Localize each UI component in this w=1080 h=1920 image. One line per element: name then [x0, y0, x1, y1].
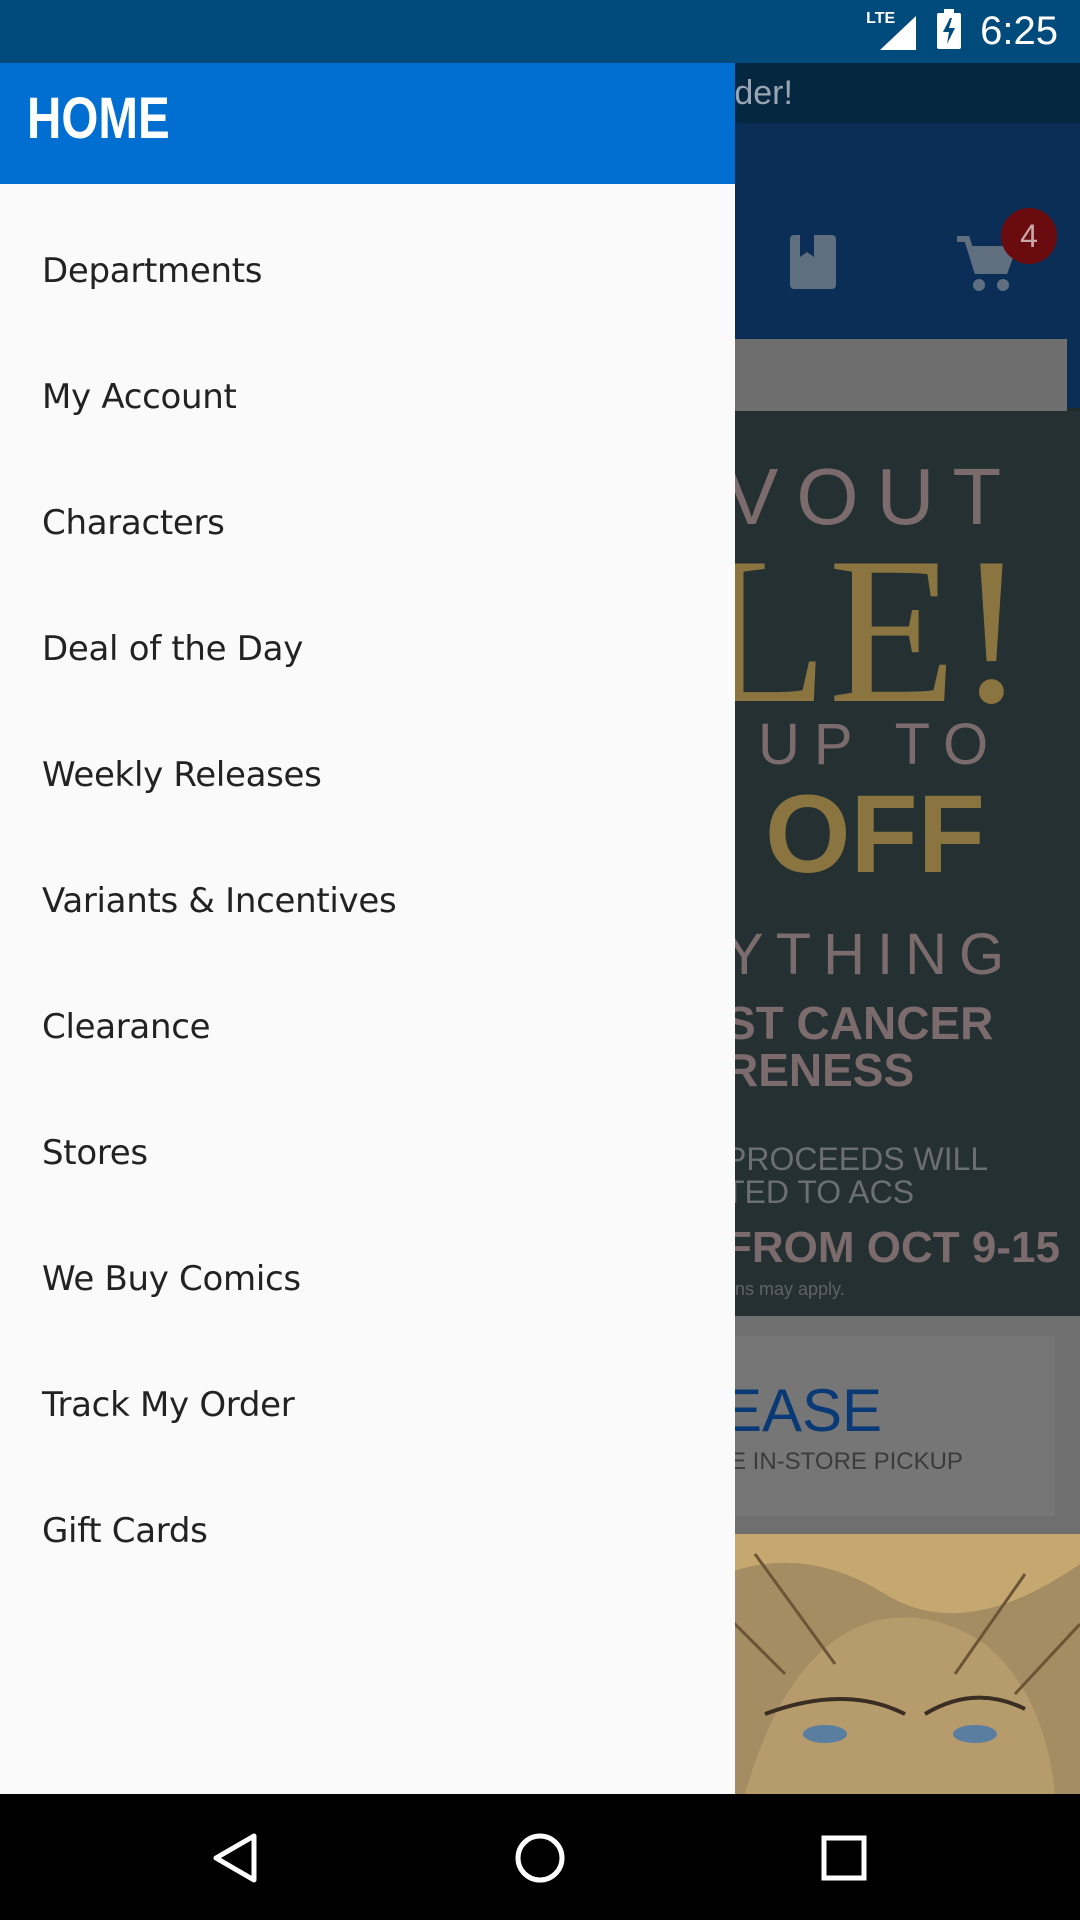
banner-text: PROCEEDS WILL [725, 1141, 989, 1177]
menu-item-variants-incentives[interactable]: Variants & Incentives [0, 838, 735, 964]
menu-item-gift-cards[interactable]: Gift Cards [0, 1468, 735, 1594]
comic-art-image[interactable] [725, 1534, 1080, 1794]
status-icons: LTE 6:25 [866, 0, 1058, 63]
menu-item-characters[interactable]: Characters [0, 460, 735, 586]
banner-text: YTHING [725, 922, 1017, 987]
cart-count-badge: 4 [1001, 208, 1057, 264]
menu-item-deal-of-the-day[interactable]: Deal of the Day [0, 586, 735, 712]
status-bar: LTE 6:25 [0, 0, 1080, 63]
system-nav-bar [0, 1794, 1080, 1920]
recents-icon[interactable] [816, 1830, 872, 1886]
home-icon[interactable] [512, 1830, 568, 1886]
menu-item-weekly-releases[interactable]: Weekly Releases [0, 712, 735, 838]
release-subtitle: E IN-STORE PICKUP [730, 1448, 963, 1475]
release-title: EASE [722, 1377, 883, 1444]
menu-item-departments[interactable]: Departments [0, 208, 735, 334]
menu-item-track-my-order[interactable]: Track My Order [0, 1342, 735, 1468]
comic-art-illustration [725, 1534, 1080, 1794]
drawer-menu: Departments My Account Characters Deal o… [0, 208, 735, 1594]
lte-signal-icon: LTE [866, 10, 918, 52]
banner-text: OFF [765, 773, 985, 896]
clock: 6:25 [980, 9, 1058, 53]
banner-text: RENESS [725, 1044, 915, 1096]
navigation-drawer: HOME Departments My Account Characters D… [0, 63, 735, 1794]
menu-item-my-account[interactable]: My Account [0, 334, 735, 460]
book-icon[interactable] [790, 235, 836, 289]
menu-item-stores[interactable]: Stores [0, 1090, 735, 1216]
banner-text: UP TO [758, 712, 1003, 777]
back-icon[interactable] [208, 1830, 264, 1886]
banner-text: TED TO ACS [725, 1174, 915, 1210]
drawer-header[interactable]: HOME [0, 63, 735, 184]
banner-text: ons may apply. [725, 1279, 845, 1299]
menu-item-we-buy-comics[interactable]: We Buy Comics [0, 1216, 735, 1342]
battery-charging-icon [936, 9, 962, 54]
menu-item-clearance[interactable]: Clearance [0, 964, 735, 1090]
banner-text: ST CANCER [725, 997, 994, 1049]
drawer-title: HOME [27, 86, 170, 151]
banner-text: FROM OCT 9-15 [725, 1223, 1060, 1272]
